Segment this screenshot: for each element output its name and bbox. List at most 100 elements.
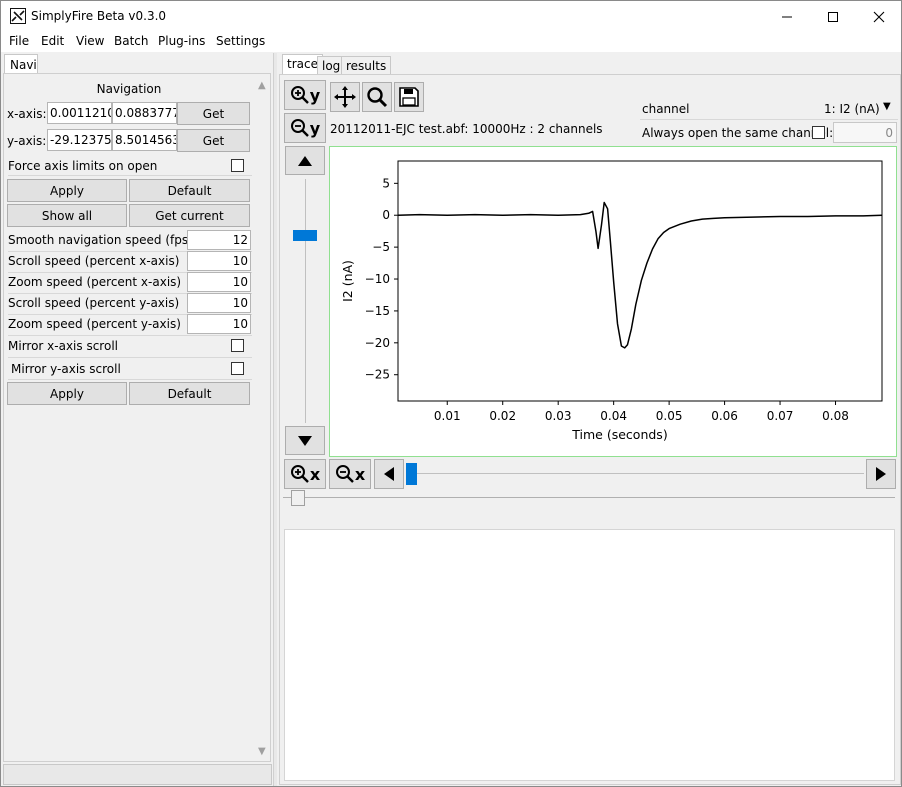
maximize-button[interactable]	[810, 1, 856, 32]
scroll-left-button[interactable]	[374, 459, 404, 489]
pane-divider-track	[283, 497, 895, 498]
menu-bar: File Edit View Batch Plug-ins Settings	[1, 32, 901, 52]
zoom-in-icon	[290, 465, 309, 483]
x-tick-label: 0.02	[489, 409, 516, 423]
minimize-button[interactable]	[764, 1, 810, 32]
triangle-right-icon	[876, 467, 886, 481]
close-icon	[873, 11, 885, 22]
mirror-y-label: Mirror y-axis scroll	[11, 362, 121, 376]
plot-frame[interactable]: 0.01 0.02 0.03 0.04 0.05 0.06 0.07 0.08 5 0 −5 −10 −…	[329, 146, 897, 457]
zoom-in-y-button[interactable]: y	[284, 80, 326, 110]
app-window: SimplyFire Beta v0.3.0 File Edit View Ba…	[0, 0, 902, 787]
save-icon	[399, 87, 419, 107]
zoom-axis-label: y	[309, 118, 321, 138]
triangle-up-icon	[298, 155, 312, 166]
menu-settings[interactable]: Settings	[216, 34, 265, 48]
close-button[interactable]	[856, 1, 902, 32]
x-tick-label: 0.04	[600, 409, 627, 423]
navigation-panel: Navigation ▲ ▼ x-axis: 0.001121070 0.088…	[3, 73, 271, 762]
speed-field[interactable]: 10	[187, 314, 251, 334]
zoom-axis-label: x	[354, 464, 366, 484]
vertical-scroll-thumb[interactable]	[293, 230, 317, 241]
menu-plugins[interactable]: Plug-ins	[158, 34, 205, 48]
yaxis-label: y-axis:	[7, 134, 47, 148]
channel-select[interactable]: 1: I2 (nA)	[824, 102, 880, 116]
zoom-rect-button[interactable]	[362, 82, 392, 112]
minimize-icon	[782, 16, 792, 17]
menu-batch[interactable]: Batch	[114, 34, 149, 48]
default-button[interactable]: Default	[129, 179, 250, 202]
zoom-out-y-button[interactable]: y	[284, 113, 326, 143]
default-button-2[interactable]: Default	[129, 382, 250, 405]
tab-results[interactable]: results	[341, 56, 392, 75]
y-tick-label: −20	[365, 336, 390, 350]
speed-field[interactable]: 10	[187, 251, 251, 271]
title-bar: SimplyFire Beta v0.3.0	[1, 1, 901, 32]
speed-field[interactable]: 10	[187, 272, 251, 292]
menu-edit[interactable]: Edit	[41, 34, 64, 48]
pan-button[interactable]	[330, 82, 360, 112]
scroll-up-button[interactable]	[285, 146, 325, 175]
vertical-scroll-track[interactable]	[305, 179, 306, 423]
status-bar	[3, 764, 272, 785]
horizontal-scroll-track[interactable]	[406, 473, 864, 474]
chevron-down-icon[interactable]: ▼	[883, 101, 891, 112]
speed-field[interactable]: 12	[187, 230, 251, 250]
file-info: 20112011-EJC test.abf: 10000Hz : 2 chann…	[330, 122, 603, 136]
apply-button-2[interactable]: Apply	[7, 382, 127, 405]
xaxis-min-field[interactable]: 0.001121070	[47, 102, 112, 124]
pane-splitter[interactable]	[273, 53, 277, 786]
scroll-right-button[interactable]	[866, 459, 896, 489]
move-icon	[334, 86, 356, 108]
y-tick-label: −5	[372, 240, 390, 254]
maximize-icon	[828, 11, 838, 22]
zoom-in-x-button[interactable]: x	[284, 459, 326, 489]
scroll-down-button[interactable]	[285, 426, 325, 455]
x-tick-label: 0.03	[545, 409, 572, 423]
speed-label: Zoom speed (percent y-axis)	[8, 317, 181, 331]
speed-label: Zoom speed (percent x-axis)	[8, 275, 182, 289]
mirror-x-label: Mirror x-axis scroll	[8, 339, 118, 353]
channel-label: channel	[642, 102, 690, 116]
zoom-out-x-button[interactable]: x	[329, 459, 371, 489]
panel-scroll-up-icon[interactable]: ▲	[258, 80, 266, 91]
force-axis-checkbox[interactable]	[231, 159, 244, 172]
pane-divider-handle[interactable]	[291, 490, 305, 506]
y-tick-label: −15	[365, 304, 390, 318]
triangle-down-icon	[298, 435, 312, 446]
app-icon	[10, 8, 26, 24]
panel-scroll-down-icon[interactable]: ▼	[258, 746, 266, 757]
show-all-button[interactable]: Show all	[7, 204, 127, 227]
get-current-button[interactable]: Get current	[129, 204, 250, 227]
speed-field[interactable]: 10	[187, 293, 251, 313]
menu-file[interactable]: File	[9, 34, 29, 48]
mirror-x-checkbox[interactable]	[231, 339, 244, 352]
zoom-out-icon	[290, 119, 309, 137]
y-axis-label: I2 (nA)	[340, 260, 355, 302]
magnifier-icon	[367, 87, 388, 108]
yaxis-max-field[interactable]: 8.501456332	[112, 129, 177, 151]
zoom-axis-label: y	[309, 85, 321, 105]
save-button[interactable]	[394, 82, 424, 112]
trace-plot[interactable]: 0.01 0.02 0.03 0.04 0.05 0.06 0.07 0.08 5 0 −5 −10 −…	[330, 147, 896, 456]
menu-view[interactable]: View	[76, 34, 104, 48]
tab-navi[interactable]: Navi	[4, 54, 38, 74]
yaxis-get-button[interactable]: Get	[177, 129, 250, 152]
yaxis-min-field[interactable]: -29.1237539	[47, 129, 112, 151]
xaxis-label: x-axis:	[7, 107, 47, 121]
always-open-checkbox[interactable]	[812, 126, 825, 139]
window-title: SimplyFire Beta v0.3.0	[31, 9, 167, 23]
speed-label: Scroll speed (percent y-axis)	[8, 296, 180, 310]
mirror-y-checkbox[interactable]	[231, 362, 244, 375]
always-open-field[interactable]: 0	[833, 122, 897, 143]
panel-title: Navigation	[96, 82, 162, 96]
plot-axes-box	[397, 160, 883, 402]
xaxis-get-button[interactable]: Get	[177, 102, 250, 125]
x-tick-label: 0.07	[767, 409, 794, 423]
output-area[interactable]	[284, 529, 895, 781]
horizontal-scroll-thumb[interactable]	[406, 463, 417, 485]
apply-button[interactable]: Apply	[7, 179, 127, 202]
xaxis-max-field[interactable]: 0.088377756	[112, 102, 177, 124]
x-tick-label: 0.05	[656, 409, 683, 423]
force-axis-label: Force axis limits on open	[8, 159, 158, 173]
